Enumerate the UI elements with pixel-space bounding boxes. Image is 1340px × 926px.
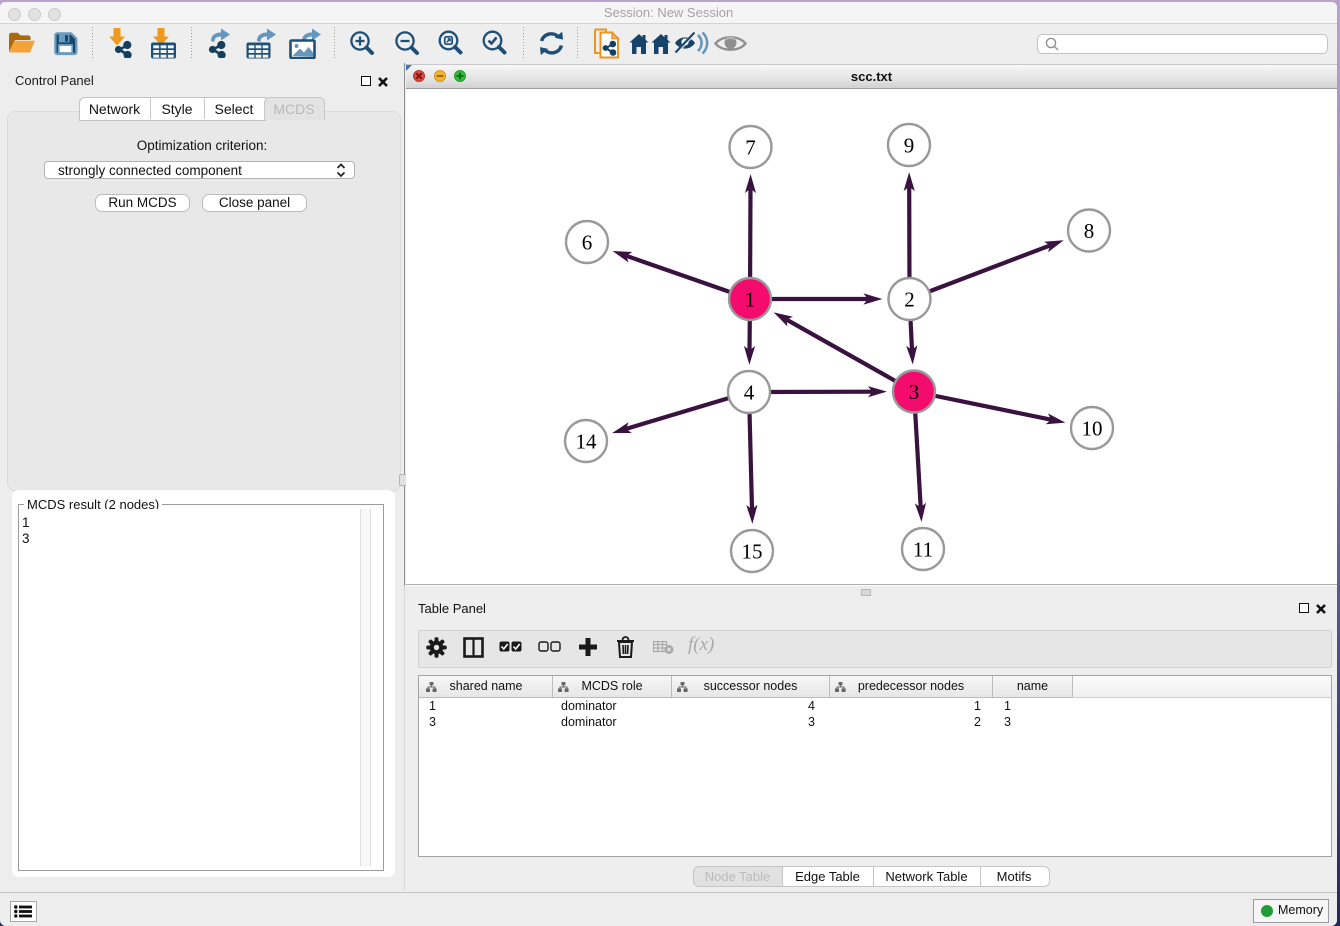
svg-text:1: 1 [745,288,756,312]
svg-text:10: 10 [1082,417,1103,441]
svg-text:6: 6 [582,231,593,255]
svg-text:14: 14 [576,430,598,454]
svg-text:11: 11 [913,538,933,562]
svg-text:3: 3 [909,380,920,404]
svg-text:4: 4 [744,381,755,405]
svg-text:2: 2 [904,288,915,312]
svg-text:9: 9 [904,134,915,158]
svg-text:8: 8 [1084,219,1095,243]
svg-text:15: 15 [742,540,763,564]
svg-text:7: 7 [745,136,756,160]
